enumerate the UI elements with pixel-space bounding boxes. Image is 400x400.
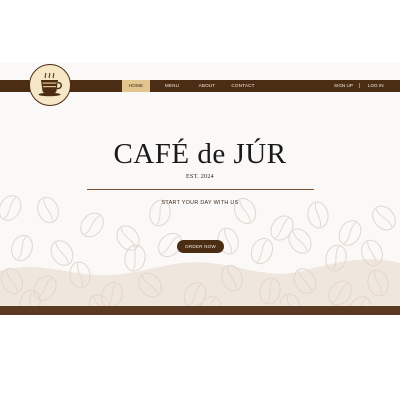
coffee-bean-icon [80, 212, 104, 238]
established-year: EST. 2024 [186, 174, 214, 180]
page-title: CAFÉ de JÚR [113, 138, 287, 170]
hero-tagline: START YOUR DAY WITH US [161, 200, 239, 206]
signup-link[interactable]: SIGN UP [334, 80, 353, 92]
nav-contact[interactable]: CONTACT [228, 80, 258, 92]
coffee-bean-icon [11, 234, 33, 262]
nav-about[interactable]: ABOUT [194, 80, 220, 92]
coffee-cup-icon [38, 72, 62, 97]
coffee-bean-icon [372, 205, 396, 231]
title-divider [87, 189, 314, 190]
coffee-bean-icon [250, 237, 274, 265]
footer-bar [0, 306, 400, 315]
coffee-bean-icon [50, 240, 74, 266]
page: HOME MENU ABOUT CONTACT SIGN UP | LOG IN… [0, 0, 400, 400]
coffee-bean-icon [288, 228, 312, 254]
cafe-logo[interactable] [29, 64, 71, 106]
coffee-bean-icon [338, 220, 362, 246]
nav-home[interactable]: HOME [122, 80, 150, 92]
nav-menu[interactable]: MENU [159, 80, 185, 92]
order-now-button[interactable]: ORDER NOW [177, 240, 224, 253]
coffee-bean-icon [270, 215, 294, 241]
login-link[interactable]: LOG IN [368, 80, 384, 92]
coffee-bean-icon [0, 195, 22, 221]
auth-separator: | [359, 83, 361, 89]
coffee-bean-icon [124, 244, 146, 272]
